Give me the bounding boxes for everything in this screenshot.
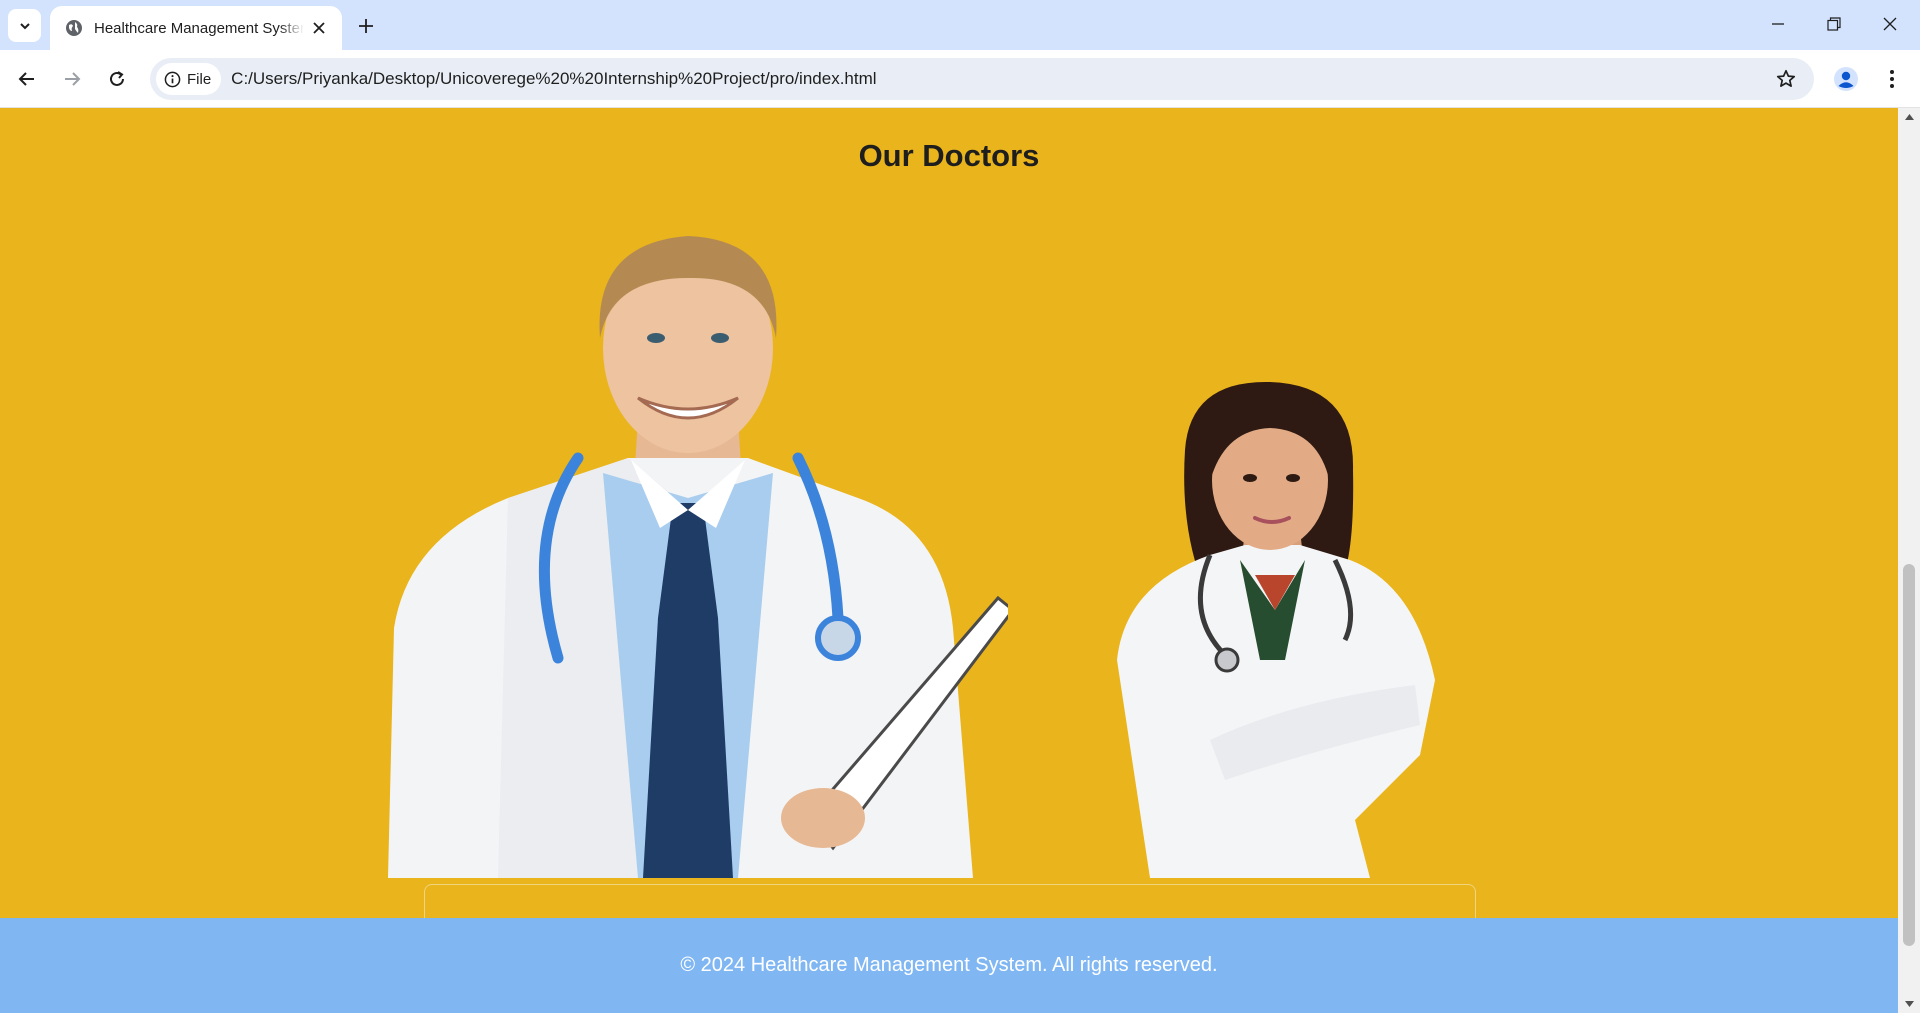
browser-toolbar: File C:/Users/Priyanka/Desktop/Unicovere… (0, 50, 1920, 108)
site-info-chip[interactable]: File (156, 63, 222, 95)
doctors-section: Our Doctors (0, 108, 1898, 944)
profile-icon[interactable] (1830, 63, 1862, 95)
back-arrow-icon (18, 72, 34, 86)
section-title: Our Doctors (858, 138, 1040, 173)
doctor-hand (781, 788, 865, 848)
scroll-up-arrow-icon[interactable] (1898, 108, 1920, 126)
browser-tab-strip: Healthcare Management System (0, 0, 1920, 50)
chevron-down-icon (19, 22, 30, 29)
info-icon (164, 71, 181, 87)
scrollbar-thumb[interactable] (1903, 564, 1915, 946)
kebab-menu-icon[interactable] (1876, 63, 1908, 95)
vertical-scrollbar[interactable] (1898, 108, 1920, 1013)
forward-arrow-icon (65, 72, 81, 86)
minimize-icon (1772, 23, 1784, 25)
female-doctor-photo (1117, 381, 1435, 878)
restore-button[interactable] (1806, 0, 1862, 48)
minimize-button[interactable] (1750, 0, 1806, 48)
globe-icon (64, 18, 84, 38)
reload-icon (110, 71, 124, 86)
page: Our Doctors © 2024 Healthcare Management… (0, 108, 1898, 1013)
footer-copyright: © 2024 Healthcare Management System. All… (680, 954, 1218, 976)
footer: © 2024 Healthcare Management System. All… (0, 918, 1898, 1013)
bookmark-star-icon[interactable] (1774, 67, 1798, 91)
site-chip-label: File (187, 70, 212, 88)
restore-icon (1827, 17, 1841, 31)
reload-button[interactable] (99, 61, 135, 97)
plus-icon (359, 19, 373, 33)
new-tab-button[interactable] (352, 12, 380, 40)
browser-tab[interactable]: Healthcare Management System (50, 6, 342, 50)
close-icon (1883, 17, 1897, 31)
page-viewport: Our Doctors © 2024 Healthcare Management… (0, 108, 1920, 1013)
close-window-button[interactable] (1862, 0, 1918, 48)
back-button[interactable] (9, 61, 45, 97)
close-tab-icon[interactable] (308, 17, 330, 39)
url-text[interactable]: C:/Users/Priyanka/Desktop/Unicoverege%20… (231, 69, 876, 89)
address-bar[interactable]: File C:/Users/Priyanka/Desktop/Unicovere… (150, 58, 1814, 100)
tab-search-button[interactable] (8, 9, 41, 42)
scroll-down-arrow-icon[interactable] (1898, 995, 1920, 1013)
forward-button[interactable] (54, 61, 90, 97)
male-doctor-photo (388, 236, 1008, 878)
tab-title: Healthcare Management System (94, 19, 304, 37)
